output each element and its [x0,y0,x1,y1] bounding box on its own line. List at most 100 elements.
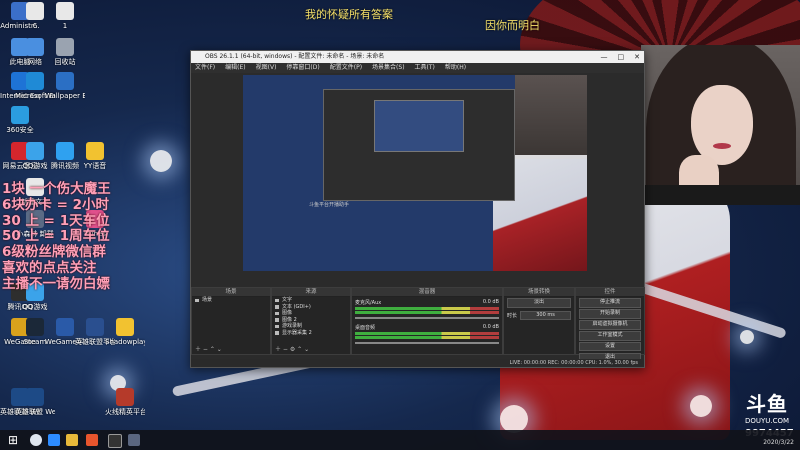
volume-meter [355,336,499,339]
windows-start-icon[interactable]: ⊞ [8,434,20,446]
mixer-channel: 桌面音频 0.0 dB [352,322,502,331]
douyu-watermark: 斗鱼 DOUYU.COM [745,388,789,425]
douyu-app-icon[interactable] [86,434,98,446]
desktop-icon[interactable]: 1 [45,2,85,30]
app-icon [116,318,134,336]
taskbar: ⊞ 2020/3/22 [0,430,800,450]
obs-window[interactable]: OBS 26.1.1 (64-bit, windows) - 配置文件: 未命名… [190,50,645,368]
menu-item[interactable]: 文件(F) [195,63,215,73]
lyric-text-left: 我的怀疑所有答案 [305,8,393,21]
scenes-header: 场景 [192,288,270,297]
menu-item[interactable]: 视图(V) [256,63,277,73]
desktop-icon[interactable]: 火线精英平台... [105,388,145,416]
desktop-icon-label: QQ游戏 [22,303,48,311]
search-icon[interactable] [30,434,42,446]
mixer-channel-db: 0.0 dB [482,324,499,330]
tray-date: 2020/3/22 [763,439,794,446]
scene-item[interactable]: 场景 [192,297,270,304]
settings-icon[interactable] [128,434,140,446]
desktop-icon[interactable]: Wallpaper Engine: ... [45,72,85,100]
transition-select[interactable]: 淡出 [507,298,571,308]
stream-info-line: 1块 一个伤大魔王 [2,181,111,197]
mixer-channel-name: 桌面音频 [355,325,376,331]
wallpaper-bokeh [690,395,712,417]
minimize-icon[interactable]: — [601,51,608,63]
control-button[interactable]: 工作室模式 [579,331,641,341]
transitions-header: 场景转换 [504,288,574,297]
stream-info-line: 30 上 = 1天车位 [2,212,110,229]
app-icon [86,318,104,336]
desktop: 我的怀疑所有答案 因你而明白 Administr... 6 1 此电脑 网络 回收站 Int… [0,0,800,450]
obs-preview[interactable]: 斗鱼平台开播助手 [243,75,587,271]
preview-nested-preview [374,100,464,152]
duration-input[interactable]: 300 ms [520,310,571,321]
close-icon[interactable]: ✕ [634,51,640,63]
mixer-dock: 混音器 麦克风/Aux 0.0 dB 桌面音频 0.0 dB [351,287,503,355]
control-button[interactable]: 设置 [579,341,641,352]
obs-title: OBS 26.1.1 (64-bit, windows) - 配置文件: 未命名… [205,53,385,60]
menu-item[interactable]: 配置文件(P) [330,63,362,73]
controls-dock: 控件 停止推流 开始录制 启动虚拟摄像机 工作室模式 设置 退出 [575,287,645,363]
control-button[interactable]: 开始录制 [579,309,641,319]
desktop-icon-label: 1 [62,22,68,30]
desktop-icon[interactable]: YY语音 [75,142,115,170]
lyric-text-right: 因你而明白 [485,19,540,32]
chrome-icon[interactable] [66,434,78,446]
desktop-icon[interactable]: 360安全 [0,106,40,134]
volume-slider[interactable] [355,342,499,344]
preview-nested-obs [323,89,515,201]
desktop-icon[interactable]: Shadowplay Frame... [105,318,145,346]
app-icon [26,318,44,336]
source-item[interactable]: 显示器采集 2 [272,330,350,337]
menu-item[interactable]: 场景集合(S) [372,63,405,73]
wallpaper-bokeh [150,150,172,172]
mixer-channel-name: 麦克风/Aux [355,300,382,306]
app-icon [26,388,44,406]
preview-webcam [515,75,587,159]
wallpaper-bokeh [500,405,528,433]
menu-item[interactable]: 停靠窗口(D) [286,63,319,73]
desktop-icon[interactable]: 英雄联盟 WeGame版 [15,388,55,416]
mixer-header: 混音器 [352,288,502,297]
webcam-feed [641,45,800,205]
menu-item[interactable]: 编辑(E) [225,63,245,73]
sources-header: 来源 [272,288,350,297]
webcam-body [641,185,800,205]
obs-titlebar[interactable]: OBS 26.1.1 (64-bit, windows) - 配置文件: 未命名… [191,51,644,63]
scenes-toolbar[interactable]: ＋ − ⌃ ⌄ [192,346,270,354]
desktop-icon[interactable]: 回收站 [45,38,85,66]
app-icon [56,142,74,160]
volume-meter [355,311,499,314]
douyu-logo: 斗鱼 [746,392,789,416]
menu-item[interactable]: 工具(T) [415,63,435,73]
transitions-dock: 场景转换 淡出 时长 300 ms [503,287,575,355]
controls-header: 控件 [576,288,644,297]
maximize-icon[interactable]: □ [618,51,625,63]
app-icon [26,2,44,20]
stream-info-line: 50 上 = 1周车位 [2,228,110,245]
app-icon [116,388,134,406]
volume-meter [355,307,499,310]
volume-slider[interactable] [355,317,499,319]
app-icon [56,318,74,336]
stream-info-line: 主播不一请勿白嫖 [2,275,110,292]
app-icon [56,2,74,20]
app-icon [11,106,29,124]
scenes-dock: 场景 场景 ＋ − ⌃ ⌄ [191,287,271,355]
control-button[interactable]: 停止推流 [579,298,641,308]
app-icon [26,72,44,90]
desktop-icon-label: 回收站 [54,58,76,66]
douyu-url: DOUYU.COM [745,417,790,425]
system-tray[interactable]: 2020/3/22 [763,432,794,446]
stream-info-line: 喜欢的点点关注 [2,260,97,276]
mixer-channel: 麦克风/Aux 0.0 dB [352,297,502,306]
obs-app-icon[interactable] [108,434,122,448]
browser-icon[interactable] [48,434,60,446]
sources-toolbar[interactable]: ＋ − ⚙ ⌃ ⌄ [272,346,350,354]
control-button[interactable]: 启动虚拟摄像机 [579,320,641,330]
menu-item[interactable]: 帮助(H) [445,63,466,73]
preview-helper-text: 斗鱼平台开播助手 [309,202,350,208]
mixer-channel-db: 0.0 dB [482,299,499,305]
desktop-icon-label: YY语音 [83,162,107,170]
app-icon [56,72,74,90]
